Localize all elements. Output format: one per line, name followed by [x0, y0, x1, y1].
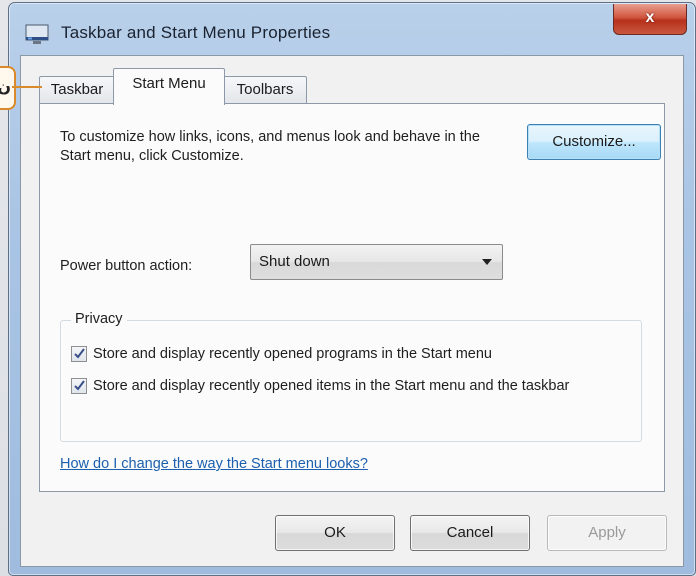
- tab-start-menu[interactable]: Start Menu: [113, 68, 225, 105]
- tab-toolbars[interactable]: Toolbars: [223, 76, 307, 103]
- properties-window: Taskbar and Start Menu Properties x Task…: [8, 2, 696, 576]
- privacy-group: Privacy Store and display recently opene…: [60, 311, 642, 442]
- tab-taskbar[interactable]: Taskbar: [39, 76, 115, 103]
- power-button-label: Power button action:: [60, 258, 193, 274]
- help-link[interactable]: How do I change the way the Start menu l…: [60, 456, 368, 472]
- power-button-action-value: Shut down: [259, 253, 330, 270]
- checkbox-recent-programs[interactable]: [71, 346, 87, 362]
- checkbox-recent-items[interactable]: [71, 378, 87, 394]
- window-title: Taskbar and Start Menu Properties: [61, 23, 331, 42]
- annotation-callout: ن: [0, 66, 16, 110]
- title-bar[interactable]: Taskbar and Start Menu Properties x: [9, 3, 695, 55]
- annotation-arrow: [12, 86, 42, 88]
- checkmark-icon: [74, 348, 85, 359]
- annotation-callout-text: ن: [0, 77, 11, 96]
- ok-button[interactable]: OK: [275, 515, 395, 551]
- cancel-button[interactable]: Cancel: [410, 515, 530, 551]
- checkmark-icon: [74, 380, 85, 391]
- chevron-down-icon: [482, 259, 492, 265]
- privacy-group-title: Privacy: [71, 311, 127, 327]
- power-button-action-select[interactable]: Shut down: [250, 244, 503, 280]
- close-button[interactable]: x: [613, 4, 687, 35]
- checkbox-label-recent-programs: Store and display recently opened progra…: [93, 346, 492, 362]
- checkbox-label-recent-items: Store and display recently opened items …: [93, 378, 570, 394]
- close-icon: x: [645, 9, 655, 26]
- screen: ن Taskbar and Start Menu Properties x Ta…: [0, 0, 696, 576]
- customize-description: To customize how links, icons, and menus…: [60, 129, 480, 164]
- dialog-client-area: Taskbar Start Menu Toolbars To customize…: [20, 55, 684, 567]
- apply-button[interactable]: Apply: [547, 515, 667, 551]
- start-menu-panel: To customize how links, icons, and menus…: [39, 103, 665, 492]
- customize-button[interactable]: Customize...: [527, 124, 661, 160]
- taskbar-icon: [25, 23, 51, 45]
